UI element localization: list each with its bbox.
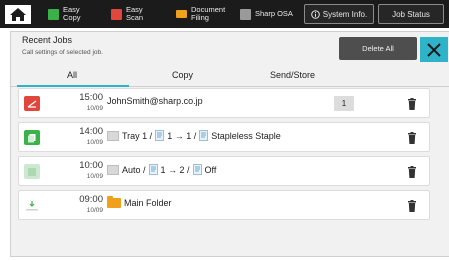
delete-all-button[interactable]: Delete All: [339, 37, 417, 60]
duplex-icon: [155, 130, 165, 141]
paper-tray-icon: [107, 164, 119, 175]
job-time: 15:00: [79, 92, 103, 103]
job-status-label: Job Status: [392, 9, 430, 19]
job-row[interactable]: 09:00 10/09 Main Folder: [18, 190, 430, 220]
job-detail: JohnSmith@sharp.co.jp: [107, 96, 203, 106]
trash-icon[interactable]: [407, 132, 417, 144]
easy-copy-icon: [48, 8, 59, 20]
close-icon: [427, 42, 441, 57]
job-detail: Main Folder: [107, 196, 172, 208]
easy-scan-icon: [111, 8, 122, 20]
folder-icon: [107, 196, 121, 208]
job-row[interactable]: 15:00 10/09 JohnSmith@sharp.co.jp 1: [18, 88, 430, 118]
email-send-icon: [24, 96, 40, 111]
easy-scan-label: Easy Scan: [126, 5, 144, 22]
trash-icon[interactable]: [407, 200, 417, 212]
job-date: 10/09: [86, 207, 103, 214]
job-time: 10:00: [79, 160, 103, 171]
trash-icon[interactable]: [407, 166, 417, 178]
job-tray: Auto /: [122, 164, 146, 175]
page-subtitle: Call settings of selected job.: [22, 49, 103, 56]
easy-scan-button[interactable]: Easy Scan: [111, 3, 143, 25]
job-detail: Auto / 1 → 2 / Off: [107, 164, 216, 175]
staple-icon: [199, 130, 209, 141]
active-tab-indicator: [17, 85, 129, 87]
job-date: 10/09: [86, 139, 103, 146]
copy-icon: [24, 164, 40, 179]
job-date: 10/09: [86, 173, 103, 180]
job-time: 09:00: [79, 194, 103, 205]
system-info-label: System Info.: [322, 9, 368, 19]
job-tray: Tray 1 /: [122, 130, 153, 141]
sharp-osa-button[interactable]: Sharp OSA: [240, 3, 293, 25]
tab-send-store[interactable]: Send/Store: [270, 70, 315, 80]
duplex-icon: [148, 164, 158, 175]
sharp-osa-icon: [240, 8, 251, 20]
job-date: 10/09: [86, 105, 103, 112]
job-detail: Tray 1 / 1 → 1 / Stapleless Staple: [107, 130, 281, 141]
sharp-osa-label: Sharp OSA: [255, 9, 293, 18]
top-bar: Easy Copy Easy Scan Document Filing Sharp O…: [0, 0, 449, 28]
job-staple: Stapleless Staple: [211, 130, 281, 141]
system-info-button[interactable]: System Info.: [304, 4, 374, 24]
info-icon: [310, 9, 320, 19]
home-icon[interactable]: [5, 5, 31, 24]
close-button[interactable]: [420, 37, 448, 62]
job-count: 1: [334, 96, 354, 111]
easy-copy-label: Easy Copy: [63, 5, 81, 22]
job-row[interactable]: 14:00 10/09 Tray 1 / 1 → 1 / Stapleless …: [18, 122, 430, 152]
trash-icon[interactable]: [407, 98, 417, 110]
document-filing-button[interactable]: Document Filing: [176, 3, 225, 25]
job-duplex: 1 → 1 /: [167, 130, 197, 141]
job-time: 14:00: [79, 126, 103, 137]
document-filing-label: Document Filing: [191, 5, 226, 22]
recent-jobs-panel: Recent Jobs Call settings of selected jo…: [10, 31, 449, 257]
job-duplex: 1 → 2 /: [160, 164, 190, 175]
tab-all[interactable]: All: [67, 70, 77, 80]
job-row[interactable]: 10:00 10/09 Auto / 1 → 2 / Off: [18, 156, 430, 186]
paper-tray-icon: [107, 130, 119, 141]
document-filing-icon: [176, 10, 187, 18]
staple-icon: [192, 164, 202, 175]
folder-store-icon: [24, 198, 40, 213]
job-folder: Main Folder: [124, 198, 172, 208]
tab-copy[interactable]: Copy: [172, 70, 193, 80]
job-status-button[interactable]: Job Status: [378, 4, 444, 24]
copy-icon: [24, 130, 40, 145]
page-title: Recent Jobs: [22, 35, 73, 45]
job-staple: Off: [204, 164, 217, 175]
easy-copy-button[interactable]: Easy Copy: [48, 3, 81, 25]
